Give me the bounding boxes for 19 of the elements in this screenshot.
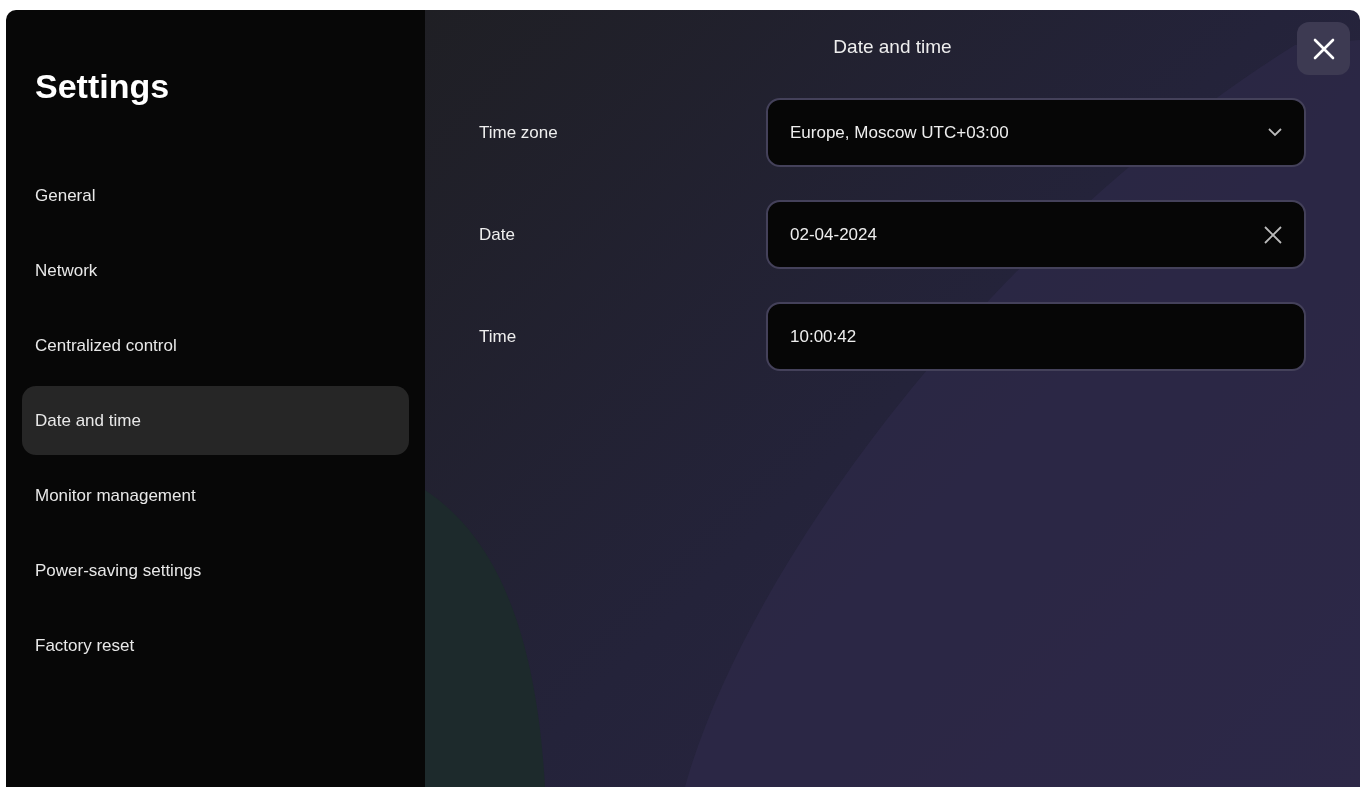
date-field[interactable]: 02-04-2024 (766, 200, 1306, 269)
sidebar-item[interactable]: Date and time (22, 385, 409, 455)
sidebar-item[interactable]: General (22, 160, 409, 230)
field-label: Time zone (479, 121, 559, 144)
close-button[interactable] (1297, 22, 1350, 75)
dropdown-field[interactable]: Europe, Moscow UTC+03:00 (766, 98, 1306, 167)
close-icon (1312, 37, 1335, 60)
field-label: Date (479, 223, 516, 246)
sidebar-item[interactable]: Monitor management (22, 460, 409, 530)
sidebar-item[interactable]: Factory reset (22, 610, 409, 680)
settings-title: Settings (34, 66, 171, 107)
time-field[interactable]: 10:00:42 (766, 302, 1306, 371)
field-label: Time (479, 325, 518, 348)
sidebar-item[interactable]: Network (22, 235, 409, 305)
sidebar-item[interactable]: Centralized control (22, 310, 409, 380)
sidebar-item[interactable]: Power-saving settings (22, 535, 409, 605)
chevron-down-icon (1268, 128, 1282, 137)
clear-icon[interactable] (1264, 225, 1282, 244)
panel-title: Date and time (833, 36, 952, 59)
